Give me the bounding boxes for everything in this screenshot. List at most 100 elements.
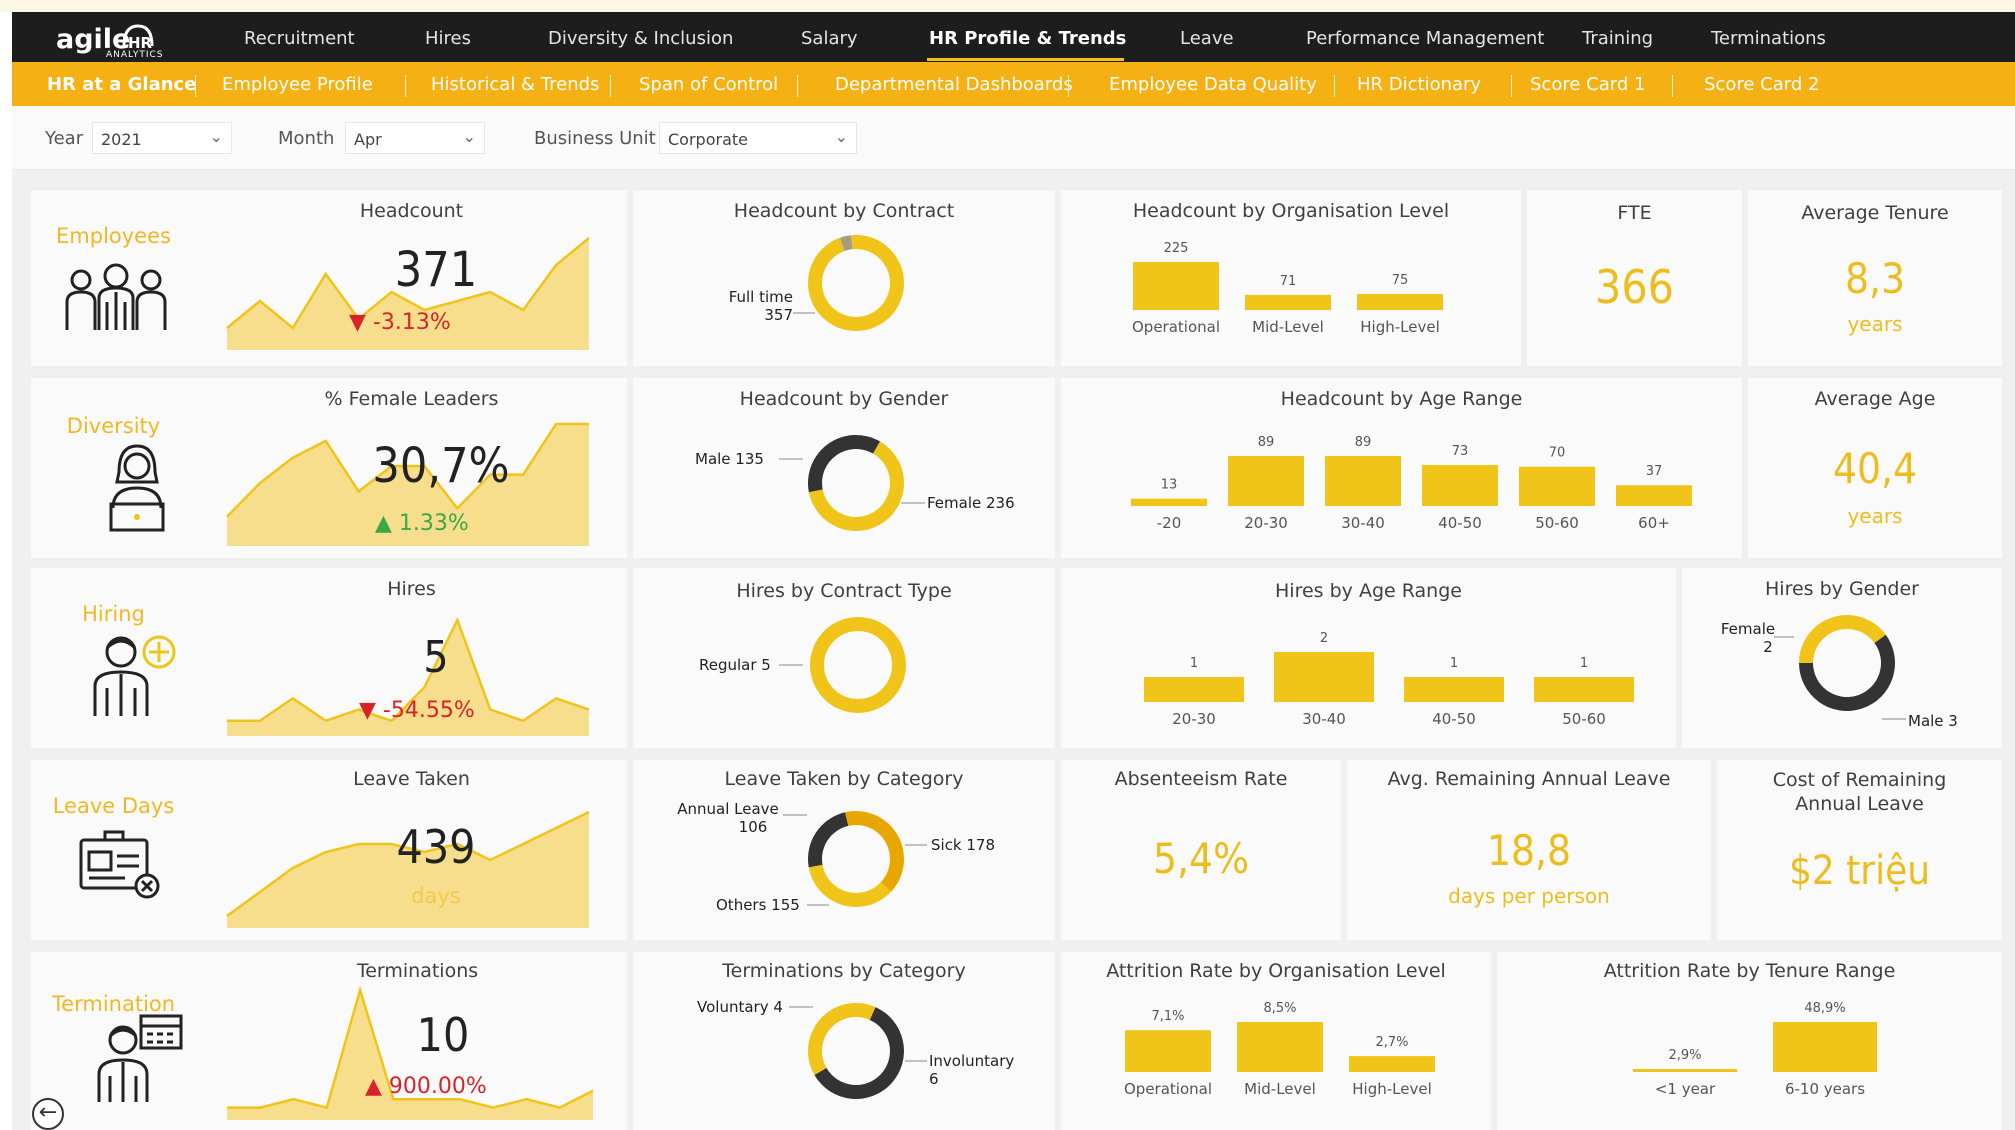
annual-leave-label: Annual Leave 106: [673, 800, 783, 836]
bar-40-50[interactable]: [1422, 464, 1498, 506]
year-value: 2021: [101, 130, 142, 149]
subnav-hr-dictionary[interactable]: HR Dictionary: [1357, 74, 1481, 95]
leader-line: [793, 312, 815, 314]
bar-Operational[interactable]: [1125, 1030, 1211, 1072]
bar-60+[interactable]: [1616, 485, 1692, 506]
leave-category-card[interactable]: Leave Taken by Category Annual Leave 106…: [633, 760, 1055, 940]
attrition-tenure-bar-chart: 2,9% <1 year 48,9% 6-10 years: [1633, 1001, 1877, 1098]
back-arrow-icon[interactable]: ←: [32, 1098, 64, 1130]
category-label: 50-60: [1562, 710, 1606, 728]
nav-diversity-inclusion[interactable]: Diversity & Inclusion: [548, 28, 733, 49]
nav-performance-management[interactable]: Performance Management: [1306, 28, 1544, 49]
down-triangle-icon: ▼: [359, 698, 376, 723]
category-label: Operational: [1132, 318, 1220, 336]
hires-gender-card[interactable]: Hires by Gender Female 2 Male 3: [1682, 568, 2002, 748]
absenteeism-value: 5,4%: [1153, 834, 1249, 883]
nav-hires[interactable]: Hires: [425, 28, 471, 49]
leave-taken-value: 439: [396, 820, 476, 874]
donut-slice-Annual Leave[interactable]: [808, 812, 849, 868]
hires-gender-title: Hires by Gender: [1765, 578, 1919, 600]
terminations-value: 10: [416, 1008, 470, 1062]
remaining-leave-card[interactable]: Avg. Remaining Annual Leave 18,8 days pe…: [1347, 760, 1711, 940]
bar-20-30[interactable]: [1228, 456, 1304, 506]
headcount-gender-card[interactable]: Headcount by Gender Male 135 Female 236: [633, 378, 1055, 558]
bar-Mid-Level[interactable]: [1245, 294, 1331, 310]
donut-slice-Voluntary[interactable]: [808, 1003, 876, 1075]
headcount-card[interactable]: Employees Headcount 371 ▼ -3.13%: [31, 190, 627, 366]
average-age-card[interactable]: Average Age 40,4 years: [1748, 378, 2002, 558]
nav-salary[interactable]: Salary: [801, 28, 858, 49]
headcount-value: 371: [394, 242, 478, 298]
subnav-employee-data-quality[interactable]: Employee Data Quality: [1109, 74, 1317, 95]
donut-slice-Female[interactable]: [1799, 615, 1886, 663]
nav-terminations[interactable]: Terminations: [1711, 28, 1826, 49]
contract-label-name: Full time: [728, 288, 793, 306]
hires-age-card[interactable]: Hires by Age Range 1 20-30 2 30-40 1 40-50 1 50…: [1061, 568, 1676, 748]
nav-hr-profile-trends[interactable]: HR Profile & Trends: [929, 28, 1126, 49]
bar-High-Level[interactable]: [1357, 294, 1443, 310]
absenteeism-card[interactable]: Absenteeism Rate 5,4%: [1061, 760, 1341, 940]
headcount-delta-value: -3.13%: [372, 310, 451, 335]
leave-taken-card[interactable]: Leave Days Leave Taken 439 days: [31, 760, 627, 940]
bar-30-40[interactable]: [1274, 652, 1374, 702]
hires-card[interactable]: Hiring Hires 5 ▼ -54.55%: [31, 568, 627, 748]
bar-<1 year[interactable]: [1633, 1069, 1737, 1072]
bar-20-30[interactable]: [1144, 677, 1244, 702]
donut-slice-Regular[interactable]: [810, 617, 906, 713]
leader-line: [1882, 718, 1906, 720]
bar-value-label: 48,9%: [1804, 1001, 1845, 1016]
terminations-card[interactable]: Termination Terminations 10 ▲ 900.00%: [31, 952, 627, 1130]
cost-remaining-leave-card[interactable]: Cost of Remaining Annual Leave $2 triệu: [1717, 760, 2002, 940]
subnav-hr-at-a-glance[interactable]: HR at a Glance: [47, 74, 196, 95]
annual-leave-name: Annual Leave: [677, 800, 779, 818]
bar-value-label: 1: [1580, 656, 1588, 671]
subnav-employee-profile[interactable]: Employee Profile: [222, 74, 373, 95]
bar-50-60[interactable]: [1519, 466, 1595, 506]
bar--20[interactable]: [1131, 498, 1207, 506]
terminations-title: Terminations: [356, 960, 479, 982]
headcount-contract-card[interactable]: Headcount by Contract Full time 357: [633, 190, 1055, 366]
contract-label-value: 357: [764, 306, 793, 324]
headcount-age-card[interactable]: Headcount by Age Range 13 -20 89 20-30 89 30-…: [1061, 378, 1742, 558]
nav-leave[interactable]: Leave: [1180, 28, 1234, 49]
subnav-score-card-2[interactable]: Score Card 2: [1704, 74, 1819, 95]
headcount-gender-title: Headcount by Gender: [739, 388, 949, 410]
business-unit-select[interactable]: Corporate ⌄: [659, 122, 857, 154]
category-label: 20-30: [1172, 710, 1216, 728]
donut-slice-Male[interactable]: [808, 435, 880, 493]
month-label: Month: [278, 128, 335, 149]
bar-30-40[interactable]: [1325, 456, 1401, 506]
fte-card[interactable]: FTE 366: [1527, 190, 1742, 366]
year-select[interactable]: 2021 ⌄: [92, 122, 232, 154]
bar-Operational[interactable]: [1133, 262, 1219, 310]
bar-50-60[interactable]: [1534, 677, 1634, 702]
subnav-divider: [195, 75, 196, 97]
month-select[interactable]: Apr ⌄: [345, 122, 485, 154]
average-tenure-card[interactable]: Average Tenure 8,3 years: [1748, 190, 2002, 366]
bar-Mid-Level[interactable]: [1237, 1022, 1323, 1072]
terminations-delta-value: 900.00%: [388, 1074, 487, 1099]
subnav-historical-trends[interactable]: Historical & Trends: [431, 74, 599, 95]
nav-recruitment[interactable]: Recruitment: [244, 28, 355, 49]
chevron-down-icon: ⌄: [462, 127, 476, 146]
headcount-org-level-card[interactable]: Headcount by Organisation Level 225 Opera…: [1061, 190, 1521, 366]
category-label: Operational: [1124, 1080, 1212, 1098]
business-unit-value: Corporate: [668, 130, 748, 149]
female-leaders-card[interactable]: Diversity % Female Leaders 30,7% ▲ 1.33%: [31, 378, 627, 558]
leader-line: [905, 844, 927, 846]
nav-training[interactable]: Training: [1582, 28, 1653, 49]
subnav-departmental-dashboards[interactable]: Departmental Dashboards: [835, 74, 1073, 95]
bar-High-Level[interactable]: [1349, 1056, 1435, 1072]
subnav-span-of-control[interactable]: Span of Control: [639, 74, 778, 95]
donut-slice-Sick[interactable]: [845, 811, 904, 892]
female-leaders-delta: ▲ 1.33%: [375, 511, 469, 536]
bar-6-10 years[interactable]: [1773, 1022, 1877, 1072]
hires-contract-card[interactable]: Hires by Contract Type Regular 5: [633, 568, 1055, 748]
attrition-tenure-card[interactable]: Attrition Rate by Tenure Range 2,9% <1 ye…: [1497, 952, 2002, 1130]
leave-taken-unit: days: [411, 884, 461, 908]
bar-40-50[interactable]: [1404, 677, 1504, 702]
logo[interactable]: agile HR ANALYTICS: [46, 20, 171, 60]
attrition-org-card[interactable]: Attrition Rate by Organisation Level 7,1…: [1061, 952, 1491, 1130]
subnav-score-card-1[interactable]: Score Card 1: [1530, 74, 1645, 95]
terminations-category-card[interactable]: Terminations by Category Voluntary 4 Inv…: [633, 952, 1055, 1130]
